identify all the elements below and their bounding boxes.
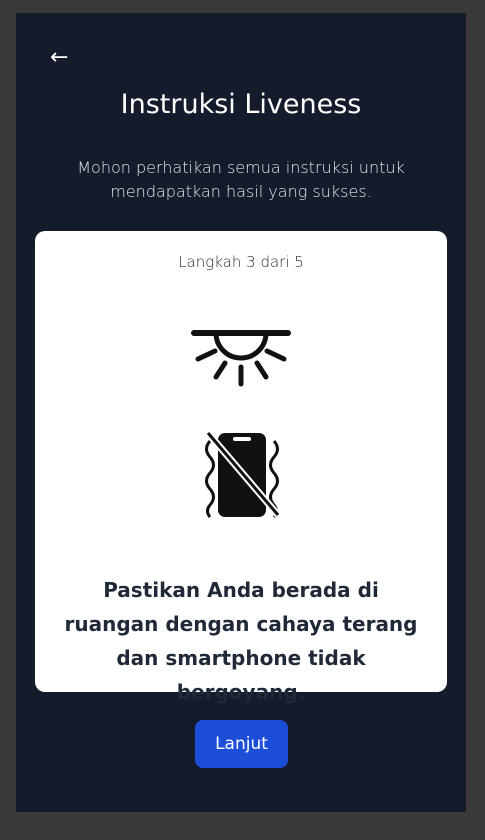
page-title: Instruksi Liveness bbox=[120, 89, 362, 120]
light-icon bbox=[191, 330, 291, 387]
page-subtitle: Mohon perhatikan semua instruksi untuk m… bbox=[77, 158, 405, 201]
back-arrow-icon[interactable]: ← bbox=[50, 45, 68, 71]
instruction-text: Pastikan Anda berada di ruangan dengan c… bbox=[64, 578, 418, 704]
no-shaking-phone-icon bbox=[205, 430, 281, 518]
step-indicator: Langkah 3 dari 5 bbox=[178, 253, 304, 271]
liveness-screen: ← Instruksi Liveness Mohon perhatikan se… bbox=[16, 13, 466, 812]
instruction-card: Langkah 3 dari 5 Pastikan Anda berada di… bbox=[35, 231, 447, 704]
next-button[interactable]: Lanjut bbox=[195, 720, 288, 768]
